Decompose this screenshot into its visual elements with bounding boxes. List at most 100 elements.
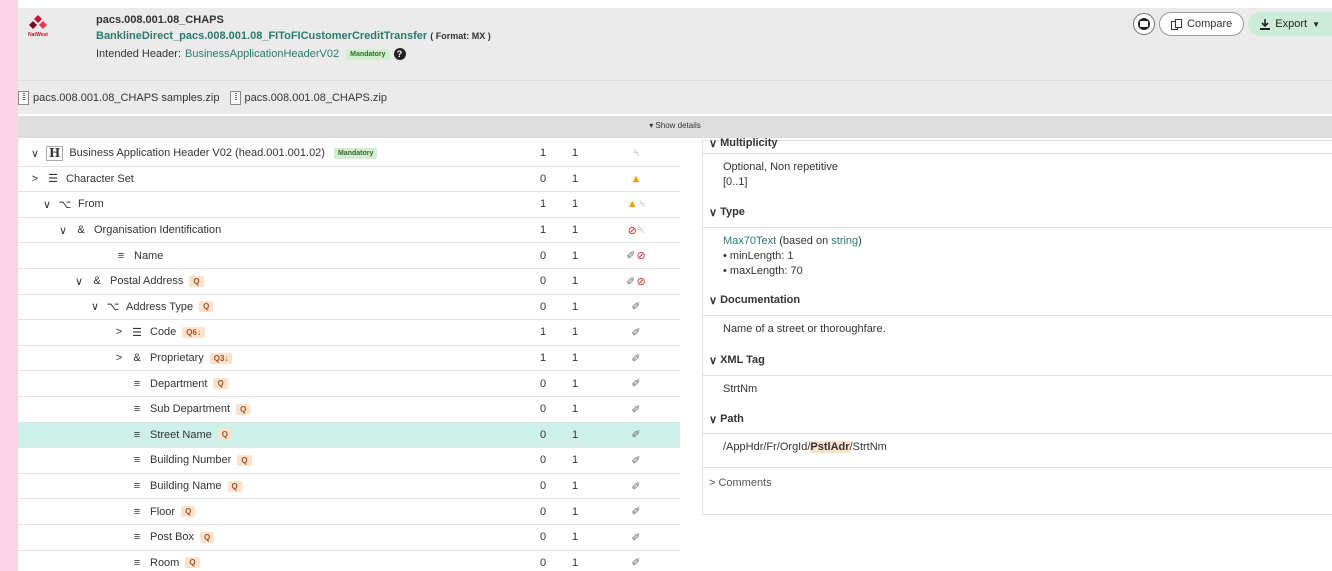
max-occurs: 1 (571, 556, 579, 569)
min-occurs: 1 (539, 224, 547, 237)
chevron-right-icon[interactable]: > (114, 352, 124, 364)
tree-row-label-group: ∨ & Postal Address Q (18, 275, 204, 288)
chevron-down-icon[interactable]: ∨ (74, 275, 84, 288)
type-link[interactable]: Max70Text (723, 235, 776, 247)
tree-row[interactable]: ∨ H Business Application Header V02 (head.… (18, 141, 680, 167)
tree-row-label: Sub Department (150, 403, 231, 416)
tree-row[interactable]: > ☰ Code Q6↓ 1 1 ✐ (18, 320, 680, 346)
edit-icon: ✐ (631, 403, 641, 416)
toggle-icon (1138, 18, 1151, 30)
search-tag[interactable]: Q6↓ (182, 326, 205, 338)
min-occurs: 1 (539, 352, 547, 365)
sequence-icon: & (77, 224, 85, 237)
tree-row-label: Building Number (150, 454, 232, 467)
tree-row[interactable]: ≡ Street Name Q 0 1 ✐ (18, 422, 680, 449)
warning-icon: ▲ (626, 197, 638, 210)
search-tag[interactable]: Q (181, 506, 196, 518)
min-occurs: 0 (539, 249, 547, 262)
tree-row[interactable]: ≡ Department Q 0 1 ✐ (18, 371, 680, 397)
chevron-down-icon[interactable]: ∨ (90, 300, 100, 313)
tree-row-label: Street Name (150, 428, 212, 441)
path-title: Path (720, 413, 744, 425)
tree-row[interactable]: ∨ & Organisation Identification 1 1 ⊘ ⍀ (18, 218, 680, 244)
search-tag[interactable]: Q (200, 531, 215, 543)
tree-row[interactable]: > & Proprietary Q3↓ 1 1 ✐ (18, 346, 680, 372)
tree-row[interactable]: ∨ ⌥ From 1 1 ▲ ⍀ (18, 192, 680, 218)
min-occurs: 0 (539, 428, 547, 441)
tree-row-label: Post Box (150, 531, 195, 544)
intended-header-link[interactable]: BusinessApplicationHeaderV02 (185, 48, 339, 60)
tree-row[interactable]: ∨ ⌥ Address Type Q 0 1 ✐ (18, 295, 680, 321)
min-occurs: 0 (539, 556, 547, 569)
chevron-down-icon: ∨ (709, 137, 718, 150)
sequence-icon: & (133, 352, 141, 365)
search-tag[interactable]: Q (185, 557, 200, 569)
detail-panel: ∨ Multiplicity Optional, Non repetitive … (702, 137, 1332, 515)
chevron-right-icon: > (709, 476, 716, 489)
tree-row-label-group: > ☰ Code Q6↓ (18, 326, 205, 339)
text-field-icon: ≡ (133, 480, 141, 493)
chevron-down-icon[interactable]: ∨ (42, 198, 52, 211)
search-tag[interactable]: Q3↓ (209, 352, 233, 364)
tree-row[interactable]: ≡ Floor Q 0 1 ✐ (18, 499, 680, 525)
zip-file-icon (229, 90, 241, 105)
tree-row[interactable]: ≡ Sub Department Q 0 1 ✐ (18, 397, 680, 423)
documentation-title: Documentation (720, 294, 801, 306)
attachment-schema[interactable]: pacs.008.001.08_CHAPS.zip (229, 90, 387, 105)
type-header[interactable]: ∨ Type (703, 197, 1332, 227)
edit-icon: ✐ (631, 531, 641, 544)
help-icon[interactable]: ? (393, 48, 406, 60)
export-button[interactable]: Export ▼ (1248, 12, 1332, 36)
status-icons: ✐ ⊘ (616, 249, 656, 262)
chevron-down-icon[interactable]: ∨ (30, 147, 40, 160)
tree-row-label-group: ≡ Street Name Q (18, 429, 232, 441)
tree-row-label-group: ≡ Name (18, 250, 164, 262)
tree-row-label: Department (150, 377, 208, 390)
documentation-header[interactable]: ∨ Documentation (703, 285, 1332, 315)
tree-row[interactable]: ≡ Room Q 0 1 ✐ (18, 551, 680, 571)
page-header: NatWest pacs.008.001.08_CHAPS BanklineDi… (18, 8, 1332, 80)
search-tag[interactable]: Q (236, 403, 251, 415)
toggle-button[interactable] (1133, 13, 1156, 35)
search-tag[interactable]: Q (213, 378, 228, 390)
status-icons: ▲ (616, 173, 656, 185)
attachment-label: pacs.008.001.08_CHAPS samples.zip (33, 91, 220, 104)
logo-brand: NatWest (28, 32, 48, 38)
search-tag[interactable]: Q (217, 429, 232, 441)
type-base-link[interactable]: string (831, 235, 858, 247)
path-header[interactable]: ∨ Path (703, 405, 1332, 433)
tree-row-label-group: > ☰ Character Set (18, 172, 134, 186)
multiplicity-header[interactable]: ∨ Multiplicity (703, 133, 1332, 153)
xml-tag-header[interactable]: ∨ XML Tag (703, 345, 1332, 375)
status-icons: ✐ (616, 531, 656, 544)
tree-row[interactable]: ∨ & Postal Address Q 0 1 ✐ ⊘ (18, 269, 680, 295)
min-occurs: 1 (539, 326, 547, 339)
tree-row[interactable]: ≡ Building Number Q 0 1 ✐ (18, 448, 680, 474)
chevron-right-icon[interactable]: > (30, 173, 40, 185)
status-icons: ▲ ⍀ (616, 198, 656, 211)
tree-row[interactable]: ≡ Building Name Q 0 1 ✐ (18, 474, 680, 500)
compare-button[interactable]: Compare (1159, 12, 1245, 36)
message-title-text: BanklineDirect_pacs.008.001.08_FIToFICus… (96, 30, 428, 42)
attachment-samples[interactable]: pacs.008.001.08_CHAPS samples.zip (18, 90, 220, 105)
search-tag[interactable]: Q (237, 454, 252, 466)
tree-row[interactable]: ≡ Name 0 1 ✐ ⊘ (18, 243, 680, 269)
search-tag[interactable]: Q (227, 480, 242, 492)
comments-header[interactable]: > Comments (703, 467, 1332, 497)
tree-row-label-group: ∨ ⌥ Address Type Q (18, 300, 214, 314)
max-occurs: 1 (571, 224, 579, 237)
format-label: ( Format: MX ) (430, 31, 491, 41)
chevron-right-icon[interactable]: > (114, 326, 124, 338)
tree-row-label: Floor (150, 505, 176, 518)
chevron-down-icon[interactable]: ∨ (58, 224, 68, 237)
type-close: ) (858, 235, 862, 247)
chevron-down-icon: ∨ (709, 354, 718, 367)
tree-row[interactable]: > ☰ Character Set 0 1 ▲ (18, 167, 680, 193)
edit-icon: ✐ (631, 454, 641, 467)
search-tag[interactable]: Q (199, 301, 214, 313)
search-tag[interactable]: Q (189, 275, 204, 287)
tree-row[interactable]: ≡ Post Box Q 0 1 ✐ (18, 525, 680, 551)
sequence-icon: & (93, 275, 101, 288)
chevron-down-icon: ∨ (709, 206, 718, 219)
choice-icon: ⌥ (106, 301, 120, 314)
